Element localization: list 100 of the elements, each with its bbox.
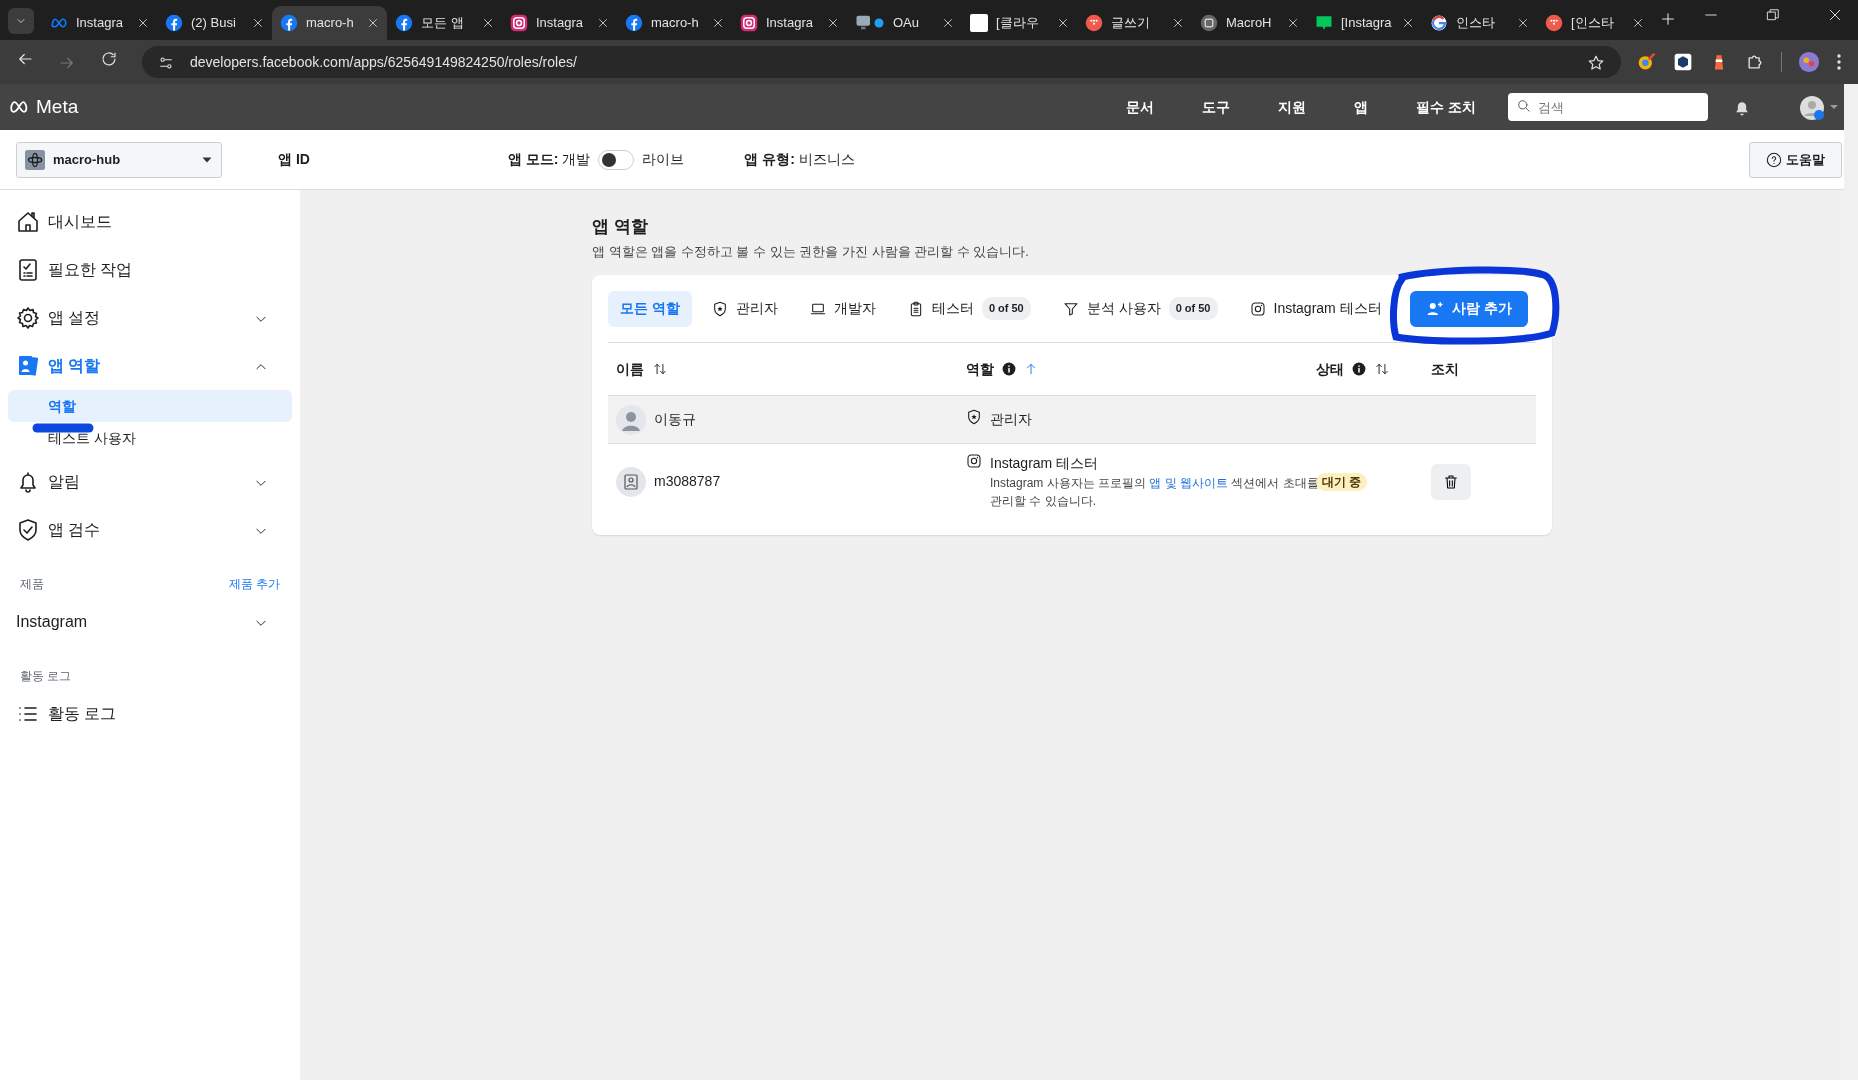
nav-link[interactable]: 지원	[1262, 96, 1323, 118]
sidebar-item[interactable]: 활동 로그	[0, 690, 300, 738]
column-header[interactable]: 이름	[616, 358, 644, 380]
filter-tab[interactable]: 모든 역할	[608, 290, 692, 327]
person-avatar-icon	[616, 404, 646, 435]
filter-tab[interactable]: 테스터 0 of 50	[895, 290, 1043, 327]
facebook-icon	[165, 14, 183, 32]
shield-check-icon	[16, 518, 40, 542]
add-person-icon	[1426, 299, 1445, 318]
close-icon	[252, 17, 264, 29]
address-bar[interactable]: developers.facebook.com/apps/625649149824250/roles/roles/	[142, 46, 1621, 78]
close-icon	[1828, 8, 1842, 22]
browser-tab[interactable]: macro-h	[617, 6, 732, 40]
sidebar-item[interactable]: 필요한 작업	[0, 246, 300, 294]
tab-title: 글쓰기	[1111, 14, 1151, 33]
table-row[interactable]: m3088787 Instagram 테스터 Instagram 사용자는 프로필의 앱 및 웹사이트 섹션에서 초대를 관리할 수 있습니다. 대기 중	[608, 443, 1536, 519]
google-icon	[1430, 14, 1448, 32]
nav-link[interactable]: 도구	[1186, 96, 1247, 118]
browser-tab[interactable]: MacroH	[1192, 6, 1307, 40]
page-subtitle: 앱 역할은 앱을 수정하고 볼 수 있는 권한을 가진 사람을 관리할 수 있습니다.	[592, 242, 1030, 261]
square-logo-icon	[970, 14, 988, 32]
sidebar-item[interactable]: 앱 설정	[0, 294, 300, 342]
filter-tab[interactable]: 관리자	[699, 290, 790, 327]
nav-link[interactable]: 앱	[1338, 96, 1385, 118]
role-name: 관리자	[990, 410, 1032, 429]
tab-title: MacroH	[1226, 14, 1273, 33]
role-name: Instagram 테스터	[990, 454, 1100, 473]
column-header[interactable]: 상태	[1316, 358, 1344, 380]
browser-tab[interactable]: macro-h	[272, 6, 387, 40]
browser-tab[interactable]: [클라우	[962, 6, 1077, 40]
apps-websites-link[interactable]: 앱 및 웹사이트	[1149, 476, 1229, 490]
close-icon	[942, 17, 954, 29]
id-badge-icon	[16, 354, 40, 378]
user-name: m3088787	[654, 472, 721, 491]
instagram-icon	[510, 14, 528, 32]
tab-search-button[interactable]	[8, 8, 34, 34]
shield-star-icon	[966, 409, 982, 425]
browser-tab[interactable]: (2) Busi	[157, 6, 272, 40]
app-selector[interactable]: macro-hub	[16, 141, 222, 178]
browser-tab[interactable]: 인스타	[1422, 6, 1537, 40]
column-header[interactable]: 역할	[966, 358, 994, 380]
delete-button[interactable]	[1431, 463, 1471, 500]
sidebar-subitem[interactable]: 테스트 사용자	[8, 422, 292, 454]
filter-tab[interactable]: 분석 사용자 0 of 50	[1050, 290, 1230, 327]
mode-toggle[interactable]	[598, 149, 635, 170]
column-header[interactable]: 조치	[1431, 358, 1459, 380]
tab-title: [Instagra	[1341, 14, 1393, 33]
filter-tab[interactable]: 개발자	[797, 290, 888, 327]
funnel-icon	[1062, 300, 1079, 317]
facebook-icon	[395, 14, 413, 32]
page-title: 앱 역할	[592, 216, 649, 238]
tab-title: [클라우	[996, 14, 1040, 33]
nav-link[interactable]: 문서	[1110, 96, 1171, 118]
browser-tab[interactable]: Instagra	[42, 6, 157, 40]
instagram-icon	[740, 14, 758, 32]
user-name: 이동규	[654, 410, 696, 429]
sidebar-item[interactable]: 대시보드	[0, 198, 300, 246]
table-row[interactable]: 이동규 관리자	[608, 395, 1536, 443]
tab-title: 모든 앱	[421, 14, 465, 33]
tab-title: macro-h	[306, 14, 355, 33]
sidebar-subitem[interactable]: 역할	[8, 390, 292, 422]
sidebar-item[interactable]: 앱 검수	[0, 506, 300, 554]
browser-tab[interactable]: [Instagra	[1307, 6, 1422, 40]
app-id-label: 앱 ID	[277, 150, 310, 169]
help-button[interactable]: 도움말	[1749, 141, 1842, 178]
search-icon	[1517, 99, 1531, 113]
house-icon	[16, 210, 40, 234]
filter-tab[interactable]: Instagram 테스터	[1237, 290, 1394, 327]
browser-tab[interactable]: Instagra	[502, 6, 617, 40]
browser-tab[interactable]: Instagra	[732, 6, 847, 40]
account-avatar[interactable]	[1800, 95, 1824, 119]
app-mode-label: 앱 모드: 개발	[506, 150, 591, 169]
close-icon	[597, 17, 609, 29]
add-product-link[interactable]: 제품 추가	[228, 575, 280, 593]
browser-tab[interactable]: 모든 앱	[387, 6, 502, 40]
close-icon	[1172, 17, 1184, 29]
sidebar-item[interactable]: 알림	[0, 458, 300, 506]
reload-icon	[100, 50, 118, 68]
url-text: developers.facebook.com/apps/625649149824250/roles/roles/	[190, 52, 577, 72]
atom-icon	[25, 149, 45, 170]
count-badge: 0 of 50	[1168, 297, 1218, 320]
app-name: macro-hub	[53, 150, 121, 169]
browser-tab[interactable]: [인스타	[1537, 6, 1652, 40]
sidebar-item[interactable]: 앱 역할	[0, 342, 300, 390]
add-person-button[interactable]: 사람 추가	[1410, 290, 1528, 327]
dotted-circle-icon	[1085, 14, 1103, 32]
restore-icon	[1766, 8, 1780, 22]
more-icon	[1836, 53, 1842, 71]
search-field[interactable]: 검색	[1508, 93, 1708, 121]
close-icon	[1517, 17, 1529, 29]
annotation-underline	[32, 422, 94, 434]
count-badge: 0 of 50	[981, 297, 1031, 320]
sidebar-item[interactable]: Instagram	[0, 598, 300, 646]
image-placeholder-icon	[616, 466, 646, 497]
browser-tab[interactable]: 글쓰기	[1077, 6, 1192, 40]
close-icon	[827, 17, 839, 29]
square-in-circle-icon	[1200, 14, 1218, 32]
meta-logo[interactable]: Meta	[8, 92, 79, 122]
nav-link[interactable]: 필수 조치	[1400, 96, 1492, 118]
browser-tab[interactable]: OAu	[847, 6, 962, 40]
